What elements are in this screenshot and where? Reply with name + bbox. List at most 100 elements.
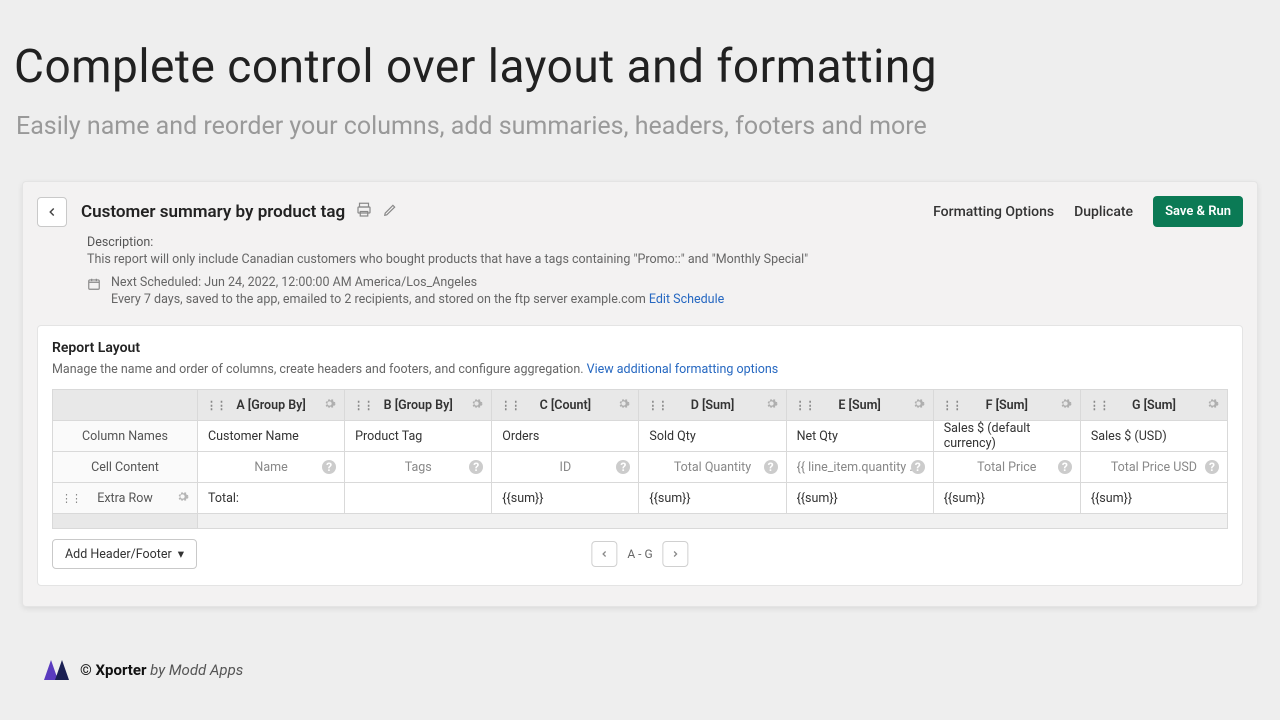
cell-content-row: Cell Content Name?Tags?ID?Total Quantity… bbox=[53, 451, 1227, 482]
extra-row-cell[interactable]: Total: bbox=[198, 483, 345, 513]
cell-content-label: Cell Content bbox=[53, 452, 198, 482]
column-header-label: F [Sum] bbox=[986, 398, 1028, 413]
gear-icon[interactable] bbox=[323, 397, 336, 414]
column-name-cell[interactable]: Sales $ (USD) bbox=[1081, 421, 1227, 451]
column-header[interactable]: ⋮⋮E [Sum] bbox=[787, 390, 934, 420]
column-header-label: D [Sum] bbox=[691, 398, 735, 413]
report-meta: Description: This report will only inclu… bbox=[37, 227, 1243, 307]
description-label: Description: bbox=[87, 235, 1243, 250]
report-editor-panel: Customer summary by product tag Formatti… bbox=[22, 181, 1258, 607]
column-name-cell[interactable]: Sales $ (default currency) bbox=[934, 421, 1081, 451]
gear-icon[interactable] bbox=[1206, 397, 1219, 414]
extra-row-label: ⋮⋮ Extra Row bbox=[53, 483, 198, 513]
save-run-button[interactable]: Save & Run bbox=[1153, 196, 1243, 227]
cell-content-cell[interactable]: Total Price? bbox=[934, 452, 1081, 482]
help-icon[interactable]: ? bbox=[911, 460, 925, 474]
cell-content-text: Total Price USD bbox=[1091, 460, 1217, 475]
cell-content-text: Tags bbox=[355, 460, 481, 475]
drag-handle-icon[interactable]: ⋮⋮ bbox=[647, 399, 667, 412]
by-line: by Modd Apps bbox=[146, 661, 243, 679]
next-scheduled-text: Next Scheduled: Jun 24, 2022, 12:00:00 A… bbox=[111, 275, 724, 290]
layout-grid: ⋮⋮A [Group By]⋮⋮B [Group By]⋮⋮C [Count]⋮… bbox=[52, 389, 1228, 529]
pager-prev-button[interactable] bbox=[591, 541, 617, 567]
cell-content-text: Name bbox=[208, 460, 334, 475]
column-header-label: C [Count] bbox=[540, 398, 592, 413]
column-header[interactable]: ⋮⋮ A [Group By] bbox=[198, 390, 345, 420]
description-text: This report will only include Canadian c… bbox=[87, 252, 1243, 267]
drag-handle-icon[interactable]: ⋮⋮ bbox=[500, 399, 520, 412]
gear-icon[interactable] bbox=[1059, 397, 1072, 414]
drag-handle-icon[interactable]: ⋮⋮ bbox=[795, 399, 815, 412]
column-names-label: Column Names bbox=[53, 421, 198, 451]
column-name-cell[interactable]: Net Qty bbox=[787, 421, 934, 451]
brand-logo-icon bbox=[44, 660, 72, 680]
column-header-label: B [Group By] bbox=[384, 398, 453, 413]
gear-icon[interactable] bbox=[912, 397, 925, 414]
cell-content-cell[interactable]: Total Price USD? bbox=[1081, 452, 1227, 482]
column-header[interactable]: ⋮⋮ C [Count] bbox=[492, 390, 639, 420]
cell-content-cell[interactable]: Tags? bbox=[345, 452, 492, 482]
extra-row-cell[interactable]: {{sum}} bbox=[639, 483, 786, 513]
extra-row-cell[interactable]: {{sum}} bbox=[787, 483, 934, 513]
column-header-label: A [Group By] bbox=[236, 398, 305, 413]
extra-row-cell[interactable]: {{sum}} bbox=[934, 483, 1081, 513]
extra-row: ⋮⋮ Extra Row Total:{{sum}}{{sum}}{{sum}}… bbox=[53, 482, 1227, 513]
edit-icon[interactable] bbox=[383, 202, 397, 221]
cell-content-cell[interactable]: Name? bbox=[198, 452, 345, 482]
column-header[interactable]: ⋮⋮ F [Sum] bbox=[934, 390, 1081, 420]
cell-content-cell[interactable]: ID? bbox=[492, 452, 639, 482]
drag-handle-icon[interactable]: ⋮⋮ bbox=[61, 492, 81, 505]
header-row-label bbox=[53, 390, 198, 420]
view-formatting-options-link[interactable]: View additional formatting options bbox=[587, 362, 779, 377]
gear-icon[interactable] bbox=[617, 397, 630, 414]
column-header[interactable]: ⋮⋮ G [Sum] bbox=[1081, 390, 1227, 420]
cell-content-text: ID bbox=[502, 460, 628, 475]
report-layout-card: Report Layout Manage the name and order … bbox=[37, 325, 1243, 586]
pager-range-text: A - G bbox=[621, 547, 658, 561]
formatting-options-link[interactable]: Formatting Options bbox=[933, 204, 1054, 220]
filler-row bbox=[53, 513, 1227, 528]
column-header[interactable]: ⋮⋮ B [Group By] bbox=[345, 390, 492, 420]
report-layout-title: Report Layout bbox=[52, 340, 1228, 356]
column-name-cell[interactable]: Product Tag bbox=[345, 421, 492, 451]
title-bar: Customer summary by product tag Formatti… bbox=[37, 196, 1243, 227]
caret-down-icon: ▾ bbox=[178, 546, 184, 562]
drag-handle-icon[interactable]: ⋮⋮ bbox=[1089, 399, 1109, 412]
gear-icon[interactable] bbox=[470, 397, 483, 414]
product-name: Xporter bbox=[96, 661, 147, 679]
extra-row-cell[interactable]: {{sum}} bbox=[1081, 483, 1227, 513]
column-name-cell[interactable]: Sold Qty bbox=[639, 421, 786, 451]
pager-next-button[interactable] bbox=[663, 541, 689, 567]
column-name-cell[interactable]: Customer Name bbox=[198, 421, 345, 451]
page-heading: Complete control over layout and formatt… bbox=[0, 0, 1280, 94]
report-layout-desc: Manage the name and order of columns, cr… bbox=[52, 362, 584, 377]
duplicate-link[interactable]: Duplicate bbox=[1074, 204, 1133, 220]
help-icon[interactable]: ? bbox=[764, 460, 778, 474]
cell-content-cell[interactable]: {{ line_item.quantity * line_it? bbox=[787, 452, 934, 482]
extra-row-cell[interactable] bbox=[345, 483, 492, 513]
column-header-label: G [Sum] bbox=[1132, 398, 1176, 413]
back-button[interactable] bbox=[37, 197, 67, 227]
copyright-symbol: © bbox=[80, 661, 96, 679]
gear-icon[interactable] bbox=[765, 397, 778, 414]
cell-content-text: {{ line_item.quantity * line_it bbox=[797, 460, 923, 475]
drag-handle-icon[interactable]: ⋮⋮ bbox=[206, 399, 226, 412]
cell-content-text: Total Quantity bbox=[649, 460, 775, 475]
help-icon[interactable]: ? bbox=[1205, 460, 1219, 474]
add-header-footer-button[interactable]: Add Header/Footer ▾ bbox=[52, 539, 197, 569]
page-subheading: Easily name and reorder your columns, ad… bbox=[0, 94, 1280, 141]
column-name-cell[interactable]: Orders bbox=[492, 421, 639, 451]
column-names-row: Column Names Customer NameProduct TagOrd… bbox=[53, 420, 1227, 451]
drag-handle-icon[interactable]: ⋮⋮ bbox=[942, 399, 962, 412]
column-header[interactable]: ⋮⋮ D [Sum] bbox=[639, 390, 786, 420]
edit-schedule-link[interactable]: Edit Schedule bbox=[649, 292, 724, 307]
extra-row-cell[interactable]: {{sum}} bbox=[492, 483, 639, 513]
calendar-icon bbox=[87, 277, 101, 295]
column-pager: A - G bbox=[591, 541, 688, 567]
cell-content-cell[interactable]: Total Quantity? bbox=[639, 452, 786, 482]
drag-handle-icon[interactable]: ⋮⋮ bbox=[353, 399, 373, 412]
print-icon[interactable] bbox=[355, 201, 373, 223]
cell-content-text: Total Price bbox=[944, 460, 1070, 475]
gear-icon[interactable] bbox=[176, 490, 189, 507]
help-icon[interactable]: ? bbox=[1058, 460, 1072, 474]
